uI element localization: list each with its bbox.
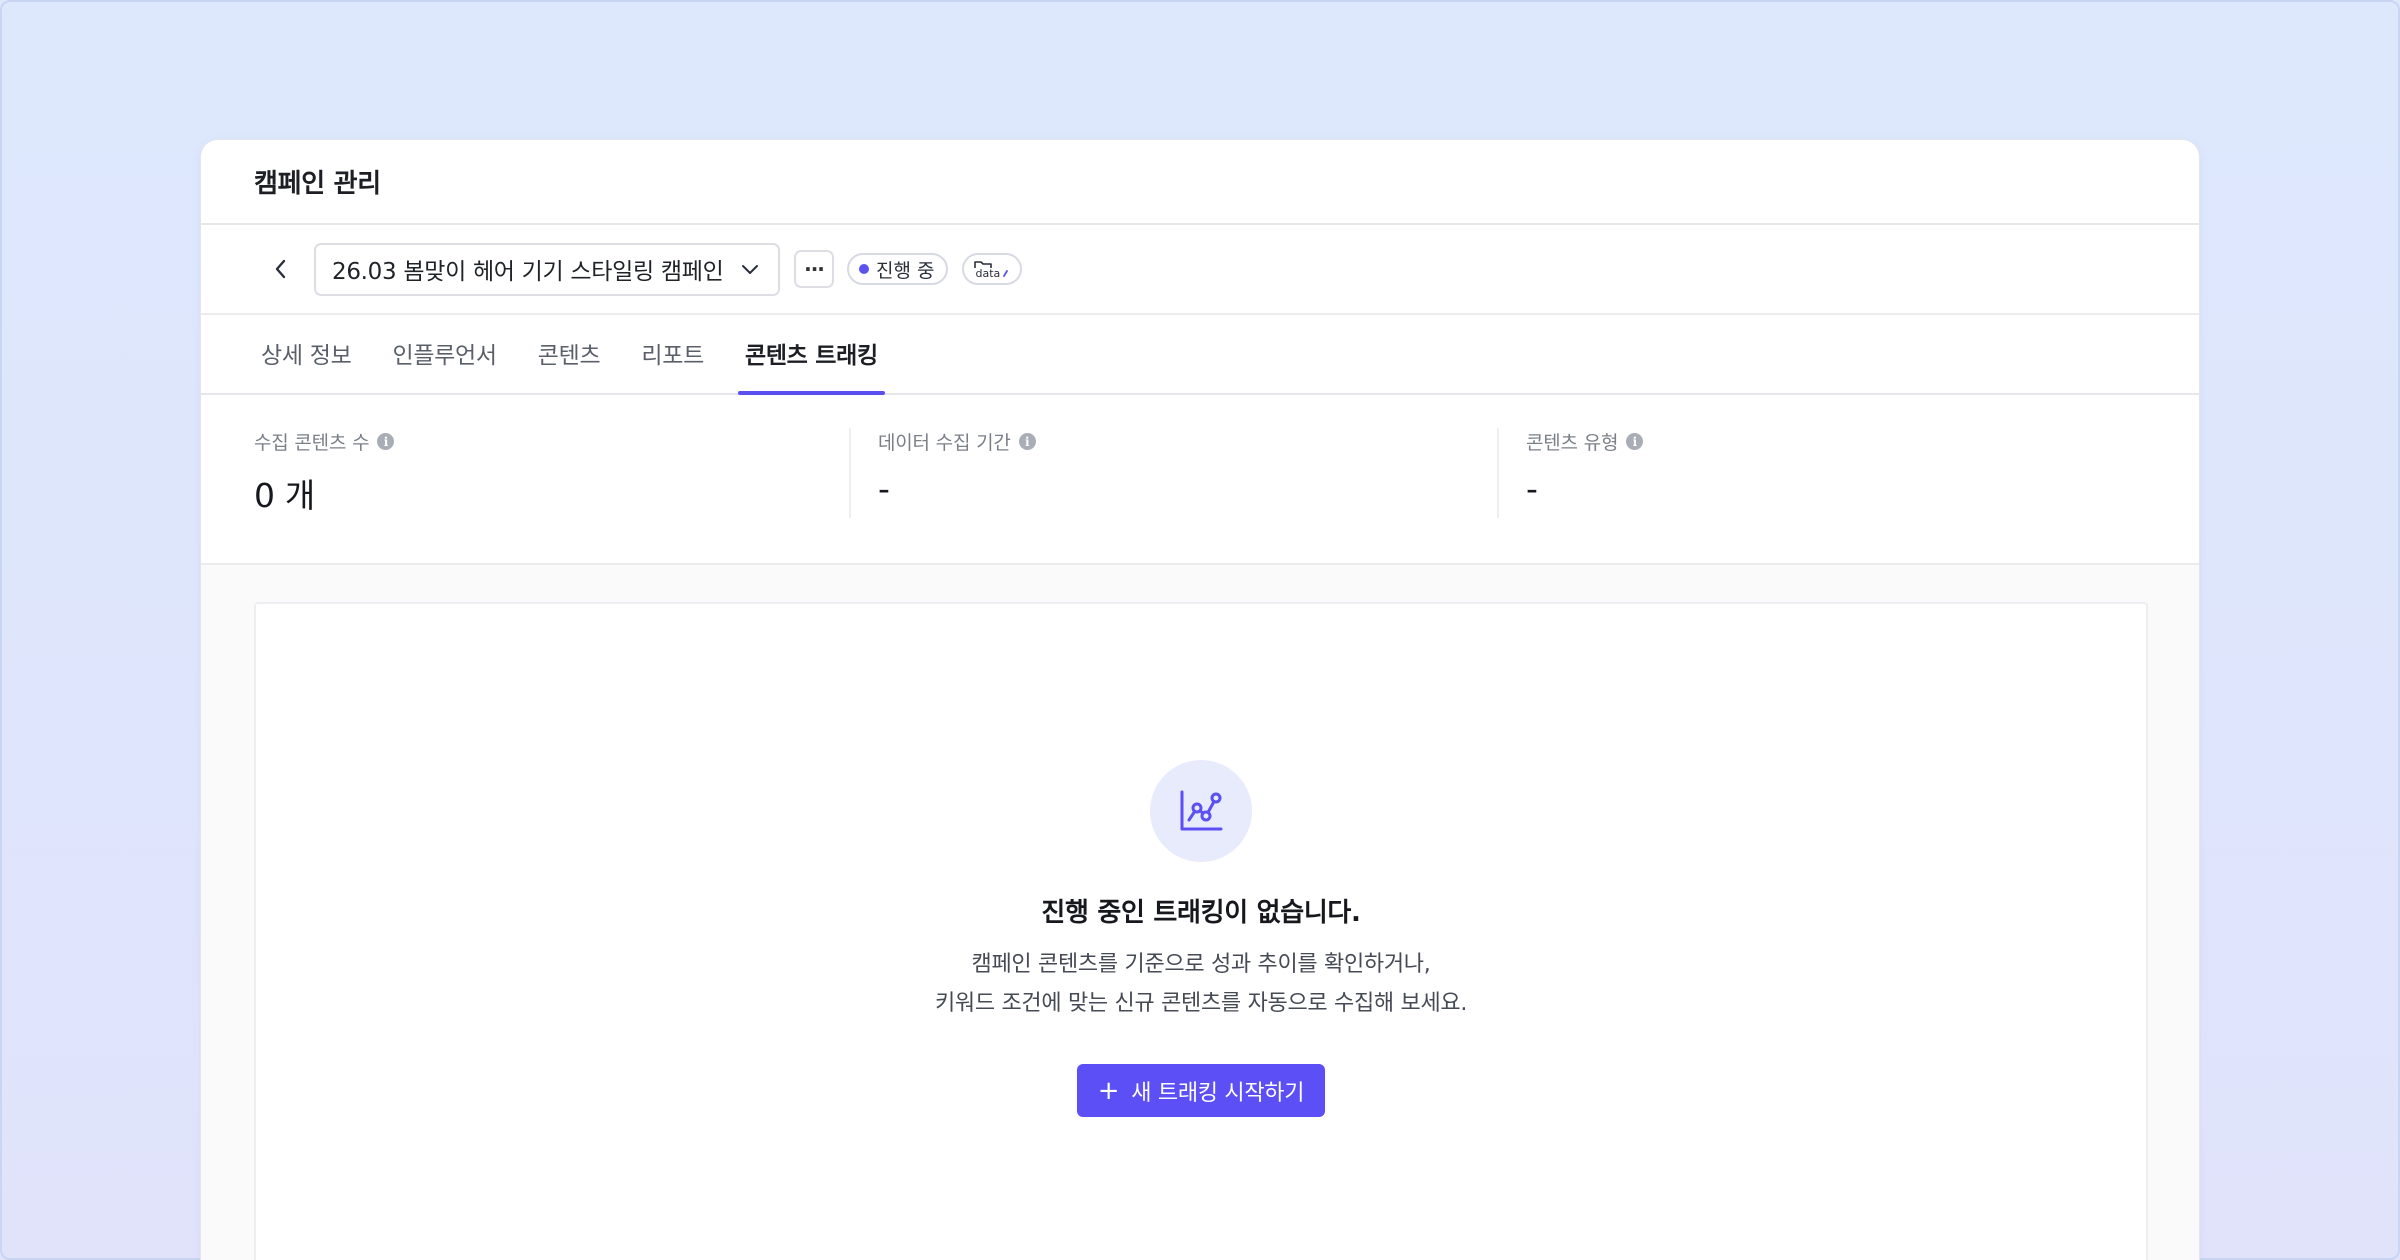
- chevron-left-icon: [275, 259, 286, 279]
- tab-details[interactable]: 상세 정보: [254, 313, 358, 393]
- info-icon[interactable]: i: [1626, 433, 1644, 450]
- empty-state-desc-line: 캠페인 콘텐츠를 기준으로 성과 추이를 확인하거나,: [971, 952, 1431, 977]
- campaign-select-value: 26.03 봄맞이 헤어 기기 스타일링 캠페인: [332, 259, 724, 285]
- stat-collected-count: 수집 콘텐츠 수 i 0 개: [201, 428, 851, 563]
- status-text: 진행 중: [876, 259, 935, 282]
- start-new-tracking-button[interactable]: + 새 트래킹 시작하기: [1077, 1064, 1325, 1117]
- tab-influencers[interactable]: 인플루언서: [385, 313, 503, 393]
- empty-state-panel: 진행 중인 트래킹이 없습니다. 캠페인 콘텐츠를 기준으로 성과 추이를 확인…: [254, 602, 2148, 1260]
- stat-value: 0 개: [254, 476, 315, 515]
- stat-label: 데이터 수집 기간: [878, 432, 1011, 454]
- campaign-card: 캠페인 관리 26.03 봄맞이 헤어 기기 스타일링 캠페인 ··· 진행 중…: [200, 139, 2200, 1260]
- data-badge-label: data: [975, 267, 1001, 280]
- stat-label: 콘텐츠 유형: [1526, 432, 1619, 454]
- chevron-down-icon: [742, 265, 758, 274]
- card-header: 캠페인 관리: [201, 140, 2199, 225]
- chart-line-icon: [1180, 790, 1223, 831]
- back-button[interactable]: [267, 256, 293, 282]
- campaign-bar: 26.03 봄맞이 헤어 기기 스타일링 캠페인 ··· 진행 중 data: [201, 225, 2199, 315]
- more-options-button[interactable]: ···: [794, 250, 834, 288]
- empty-state-icon-circle: [1150, 760, 1252, 862]
- info-icon[interactable]: i: [377, 433, 395, 450]
- start-new-tracking-label: 새 트래킹 시작하기: [1131, 1080, 1305, 1106]
- tab-bar: 상세 정보 인플루언서 콘텐츠 리포트 콘텐츠 트래킹: [201, 315, 2199, 395]
- info-icon[interactable]: i: [1018, 433, 1036, 450]
- page-title: 캠페인 관리: [254, 169, 381, 199]
- stat-content-type: 콘텐츠 유형 i -: [1497, 428, 2147, 518]
- tab-report[interactable]: 리포트: [634, 313, 711, 393]
- stat-value: -: [878, 469, 890, 508]
- stat-label: 수집 콘텐츠 수: [254, 432, 370, 454]
- campaign-select[interactable]: 26.03 봄맞이 헤어 기기 스타일링 캠페인: [314, 242, 780, 296]
- empty-state-title: 진행 중인 트래킹이 없습니다.: [1041, 898, 1361, 928]
- tab-contents[interactable]: 콘텐츠: [531, 313, 608, 393]
- status-badge: 진행 중: [847, 253, 949, 285]
- plus-icon: +: [1097, 1075, 1120, 1106]
- empty-state-desc-line: 키워드 조건에 맞는 신규 콘텐츠를 자동으로 수집해 보세요.: [934, 991, 1468, 1016]
- status-dot: [859, 264, 869, 274]
- empty-state-description: 캠페인 콘텐츠를 기준으로 성과 추이를 확인하거나, 키워드 조건에 맞는 신…: [935, 945, 1467, 1023]
- stats-row: 수집 콘텐츠 수 i 0 개 데이터 수집 기간 i - 콘텐츠 유형 i -: [201, 395, 2199, 565]
- stat-value: -: [1526, 469, 1538, 508]
- stat-collection-period: 데이터 수집 기간 i -: [849, 428, 1499, 518]
- data-folder-button[interactable]: data: [962, 253, 1023, 285]
- tab-content-tracking[interactable]: 콘텐츠 트래킹: [737, 313, 885, 395]
